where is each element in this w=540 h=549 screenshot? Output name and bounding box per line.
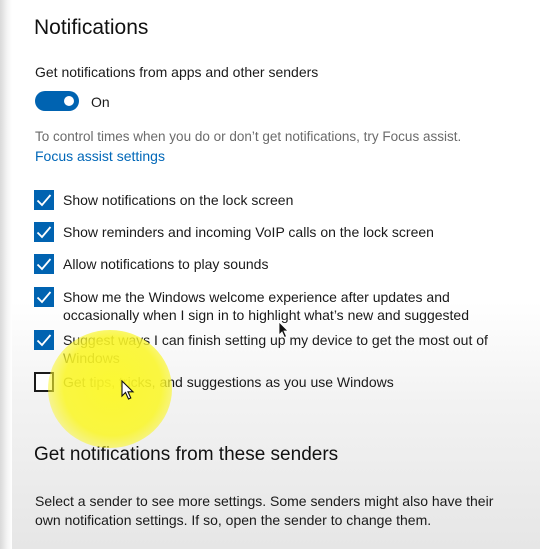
checkmark-icon [36,226,52,239]
senders-description: Select a sender to see more settings. So… [35,493,494,528]
checkbox[interactable] [34,372,54,392]
checkbox-label: Suggest ways I can finish setting up my … [63,332,488,366]
window-left-edge [0,0,12,549]
toggle-state-label: On [91,94,110,110]
checkmark-icon [36,194,52,207]
checkbox[interactable] [34,330,54,350]
checkbox[interactable] [34,254,54,274]
toggle-knob [64,96,74,106]
checkbox-label: Allow notifications to play sounds [63,256,269,272]
checkbox[interactable] [34,287,54,307]
senders-section-title: Get notifications from these senders [34,444,339,465]
page-title: Notifications [34,16,149,39]
checkmark-icon [36,334,52,347]
checkbox-label: Show me the Windows welcome experience a… [63,289,469,323]
checkbox[interactable] [34,222,54,242]
master-toggle-label: Get notifications from apps and other se… [35,64,319,80]
checkbox-label: Show reminders and incoming VoIP calls o… [63,224,434,240]
notifications-master-toggle[interactable] [35,91,79,111]
focus-assist-hint: To control times when you do or don’t ge… [35,129,462,144]
checkmark-icon [36,258,52,271]
checkbox-label: Show notifications on the lock screen [63,192,294,208]
checkbox[interactable] [34,190,54,210]
focus-assist-settings-link[interactable]: Focus assist settings [35,148,165,164]
checkbox-label: Get tips, tricks, and suggestions as you… [63,374,394,390]
checkmark-icon [36,291,52,304]
